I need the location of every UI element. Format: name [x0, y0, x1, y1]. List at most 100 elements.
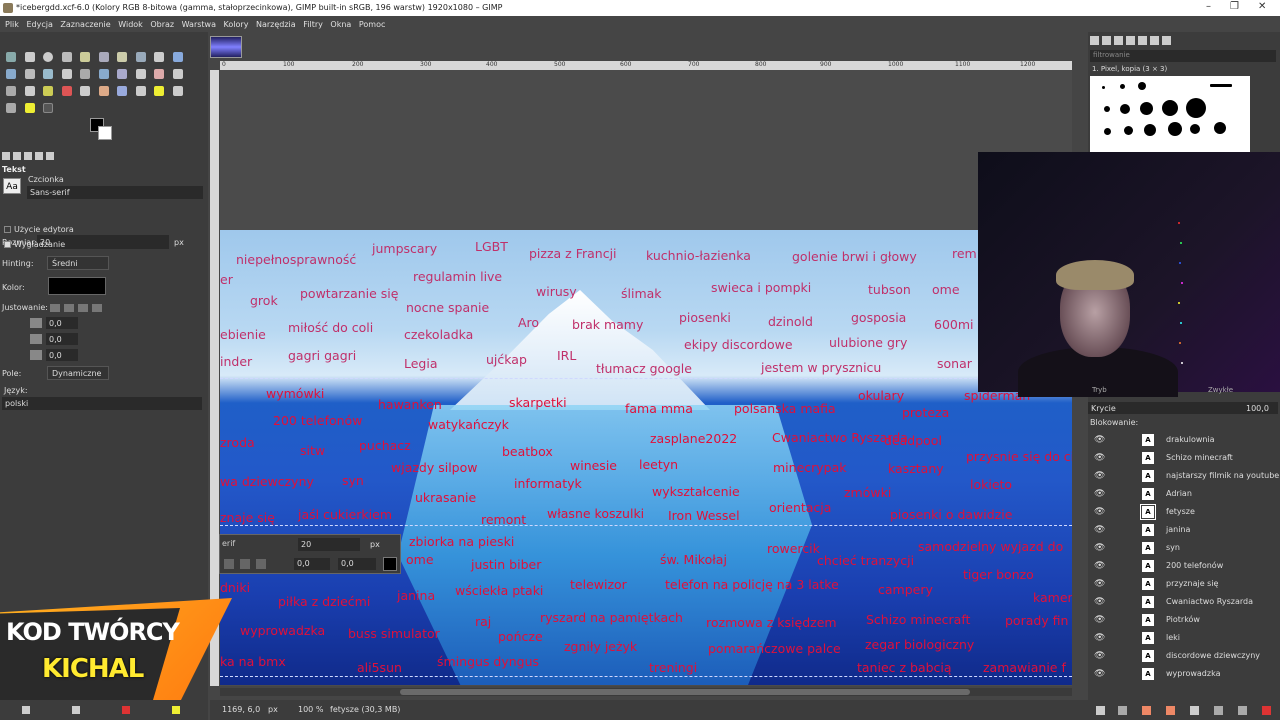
kerning-field[interactable]: 0,0	[338, 558, 376, 570]
menu-select[interactable]: Zaznaczenie	[60, 20, 110, 29]
measure-icon[interactable]	[6, 69, 16, 79]
use-editor-checkbox[interactable]	[4, 226, 11, 233]
image-thumbnail-tab[interactable]	[210, 36, 242, 58]
ellipse-select-icon[interactable]	[43, 52, 54, 62]
menu-edit[interactable]: Edycja	[26, 20, 52, 29]
free-select-icon[interactable]	[61, 52, 72, 62]
text-unit-select[interactable]: px	[370, 540, 380, 549]
visibility-eye-icon[interactable]: 👁	[1094, 669, 1105, 679]
menu-view[interactable]: Widok	[118, 20, 143, 29]
scissors-icon[interactable]	[98, 52, 109, 62]
clone-icon[interactable]	[154, 86, 165, 96]
gradients-tab-icon[interactable]	[1150, 36, 1159, 45]
brush-filter-input[interactable]: filtrowanie	[1090, 50, 1276, 62]
patterns-tab-icon[interactable]	[1102, 36, 1111, 45]
delete-layer-icon[interactable]	[1262, 706, 1271, 715]
visibility-eye-icon[interactable]: 👁	[1094, 525, 1105, 535]
flip-icon[interactable]	[154, 69, 165, 79]
document-history-tab-icon[interactable]	[1126, 36, 1135, 45]
images-tab-icon[interactable]	[35, 152, 43, 160]
visibility-eye-icon[interactable]: 👁	[1094, 453, 1105, 463]
visibility-eye-icon[interactable]: 👁	[1094, 489, 1105, 499]
paths-icon[interactable]	[135, 52, 146, 62]
antialias-checkbox[interactable]	[4, 241, 11, 248]
shear-icon[interactable]	[117, 69, 128, 79]
visibility-eye-icon[interactable]: 👁	[1094, 561, 1105, 571]
use-editor-row[interactable]: Użycie edytora	[4, 225, 74, 234]
justify-fill-icon[interactable]	[92, 304, 102, 312]
heal-icon[interactable]	[172, 86, 183, 96]
anchor-layer-icon[interactable]	[1214, 706, 1223, 715]
palettes-tab-icon[interactable]	[1138, 36, 1147, 45]
text-color-button[interactable]	[48, 277, 106, 295]
minimize-button[interactable]: –	[1206, 1, 1211, 12]
fuzzy-select-icon[interactable]	[80, 52, 91, 62]
indent-field[interactable]: 0,0	[46, 317, 78, 329]
visibility-eye-icon[interactable]: 👁	[1094, 615, 1105, 625]
menu-image[interactable]: Obraz	[150, 20, 174, 29]
menu-windows[interactable]: Okna	[330, 20, 351, 29]
brushes-tab-icon[interactable]	[1090, 36, 1099, 45]
menu-help[interactable]: Pomoc	[359, 20, 386, 29]
text-font-field[interactable]: erif	[222, 539, 294, 551]
warp-icon[interactable]	[6, 86, 16, 96]
box-dropdown[interactable]: Dynamiczne	[47, 366, 109, 380]
paintbrush-icon[interactable]	[80, 86, 91, 96]
brush-grid[interactable]	[1090, 76, 1250, 152]
menu-layer[interactable]: Warstwa	[182, 20, 216, 29]
text-size-field[interactable]: 20	[298, 538, 360, 551]
layer-row[interactable]: 👁 A Schizo minecraft	[1088, 449, 1270, 467]
background-color[interactable]	[98, 126, 112, 140]
duplicate-layer-icon[interactable]	[1190, 706, 1199, 715]
menu-colors[interactable]: Kolory	[224, 20, 249, 29]
text-tool-icon[interactable]	[43, 103, 54, 113]
device-status-tab-icon[interactable]	[13, 152, 21, 160]
visibility-eye-icon[interactable]: 👁	[1094, 471, 1105, 481]
dodge-icon[interactable]	[24, 103, 35, 113]
unit-select[interactable]: px	[268, 705, 278, 714]
undo-history-tab-icon[interactable]	[24, 152, 32, 160]
foreground-select-icon[interactable]	[117, 52, 128, 62]
new-layer-icon[interactable]	[1096, 706, 1105, 715]
underline-icon[interactable]	[256, 559, 266, 569]
eraser-icon[interactable]	[98, 86, 109, 96]
justify-left-icon[interactable]	[50, 304, 60, 312]
justify-right-icon[interactable]	[64, 304, 74, 312]
layer-row[interactable]: 👁 Awyprowadzka	[1088, 665, 1270, 683]
airbrush-icon[interactable]	[117, 86, 128, 96]
maximize-button[interactable]: ❐	[1230, 1, 1239, 12]
text-color-swatch[interactable]	[383, 557, 397, 571]
layer-row[interactable]: 👁 Anajstarszy filmik na youtube	[1088, 467, 1279, 485]
zoom-icon[interactable]	[172, 52, 183, 62]
antialias-row[interactable]: Wygładzanie	[4, 240, 65, 249]
baseline-field[interactable]: 0,0	[294, 558, 330, 570]
raise-layer-icon[interactable]	[1142, 706, 1151, 715]
rotate-icon[interactable]	[80, 69, 91, 79]
bucket-fill-icon[interactable]	[24, 86, 35, 96]
fonts-tab-icon[interactable]	[1114, 36, 1123, 45]
channels-tab-icon[interactable]	[1162, 36, 1171, 45]
cage-icon[interactable]	[172, 69, 183, 79]
layer-row[interactable]: 👁 Adiscordowe dziewczyny	[1088, 647, 1270, 665]
layer-row[interactable]: 👁 A Piotrków	[1088, 611, 1270, 629]
delete-options-icon[interactable]	[122, 706, 130, 714]
layer-row[interactable]: 👁 Adrakulownia	[1088, 431, 1270, 449]
tool-options-tab-icon[interactable]	[2, 152, 10, 160]
align-icon[interactable]	[24, 69, 35, 79]
perspective-icon[interactable]	[135, 69, 146, 79]
menu-filters[interactable]: Filtry	[303, 20, 323, 29]
save-options-icon[interactable]	[22, 706, 30, 714]
layer-row[interactable]: 👁 Aprzyznaje się	[1088, 575, 1270, 593]
opacity-value[interactable]: 100,0	[1246, 404, 1269, 413]
rect-select-icon[interactable]	[24, 52, 35, 62]
menu-tools[interactable]: Narzędzia	[256, 20, 296, 29]
ink-icon[interactable]	[135, 86, 146, 96]
font-preview-icon[interactable]: Aa	[3, 178, 21, 194]
visibility-eye-icon[interactable]: 👁	[1094, 543, 1105, 553]
layer-row[interactable]: 👁 Ajanina	[1088, 521, 1270, 539]
move-tool-icon[interactable]	[6, 52, 16, 62]
layer-row-selected[interactable]: 👁 Afetysze	[1088, 503, 1270, 521]
line-spacing-field[interactable]: 0,0	[46, 333, 78, 345]
new-group-icon[interactable]	[1118, 706, 1127, 715]
visibility-eye-icon[interactable]: 👁	[1094, 597, 1105, 607]
